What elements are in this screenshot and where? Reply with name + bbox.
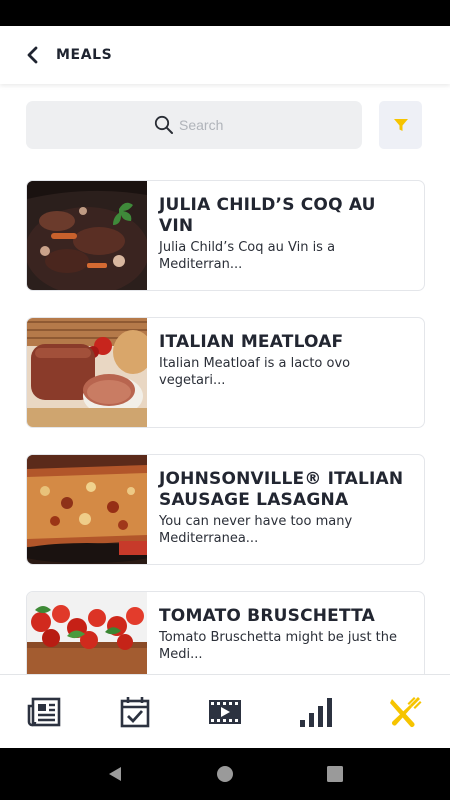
meal-description: You can never have too many Mediterranea… [159,514,353,546]
nav-videos[interactable] [195,682,255,742]
meal-image-lasagna [27,455,147,564]
meal-title: TOMATO BRUSCHETTA [159,606,375,626]
home-circle-icon [217,766,233,782]
meal-list: JULIA CHILD’S COQ AU VIN Julia Child’s C… [26,180,425,674]
meal-card[interactable]: TOMATO BRUSCHETTA Tomato Bruschetta migh… [26,591,425,674]
nav-calendar[interactable] [105,682,165,742]
fork-knife-icon [390,696,422,727]
meal-title: JOHNSONVILLE® ITALIAN SAUSAGE LASAGNA [159,469,404,510]
meal-image-coq-au-vin [27,181,147,290]
system-navigation-bar [0,748,450,800]
meal-image-meatloaf [27,318,147,427]
filter-icon [393,119,408,131]
search-input[interactable] [179,117,235,133]
meal-card[interactable]: ITALIAN MEATLOAF Italian Meatloaf is a l… [26,317,425,428]
meals-content[interactable]: JULIA CHILD’S COQ AU VIN Julia Child’s C… [0,84,450,674]
meal-description: Tomato Bruschetta might be just the Medi… [159,630,398,662]
back-triangle-icon [109,767,121,781]
recents-square-icon [327,766,343,782]
system-back-button[interactable] [95,754,135,794]
nav-news[interactable] [15,682,75,742]
bar-chart-icon [300,697,332,727]
search-box[interactable] [26,101,362,149]
bottom-navigation [0,674,450,748]
back-button[interactable] [18,40,48,70]
meal-title: JULIA CHILD’S COQ AU VIN [159,195,376,236]
meal-description: Julia Child’s Coq au Vin is a Mediterran… [159,240,336,272]
meal-card-text: JULIA CHILD’S COQ AU VIN Julia Child’s C… [147,181,424,290]
system-recents-button[interactable] [315,754,355,794]
nav-stats[interactable] [285,682,345,742]
status-bar [0,0,450,26]
filter-button[interactable] [379,101,422,149]
nav-meals[interactable] [375,682,435,742]
system-home-button[interactable] [205,754,245,794]
video-icon [209,699,241,724]
meal-description: Italian Meatloaf is a lacto ovo vegetari… [159,356,351,388]
app-bar: MEALS [0,26,450,84]
calendar-check-icon [120,696,150,727]
page-title: MEALS [56,47,113,63]
meal-card[interactable]: JOHNSONVILLE® ITALIAN SAUSAGE LASAGNA Yo… [26,454,425,565]
meal-card-text: ITALIAN MEATLOAF Italian Meatloaf is a l… [147,318,424,427]
meal-card-text: TOMATO BRUSCHETTA Tomato Bruschetta migh… [147,592,424,674]
meal-card-text: JOHNSONVILLE® ITALIAN SAUSAGE LASAGNA Yo… [147,455,424,564]
meal-title: ITALIAN MEATLOAF [159,332,344,352]
chevron-left-icon [27,46,38,64]
meal-card[interactable]: JULIA CHILD’S COQ AU VIN Julia Child’s C… [26,180,425,291]
news-icon [27,697,61,726]
search-icon [153,114,175,136]
search-row [26,101,422,149]
meal-image-bruschetta [27,592,147,674]
